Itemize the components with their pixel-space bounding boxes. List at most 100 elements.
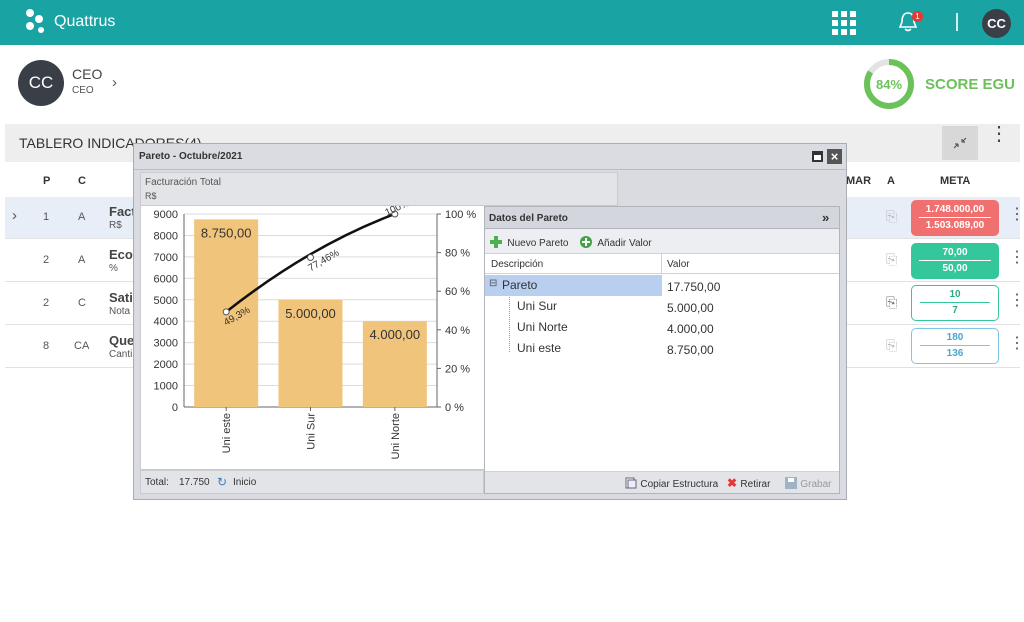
window-title: Pareto - Octubre/2021 xyxy=(139,151,243,162)
row-menu-icon[interactable]: ⋮ xyxy=(1009,207,1024,223)
score-gauge: 84% xyxy=(864,59,914,109)
add-value-button[interactable]: Añadir Valor xyxy=(580,235,652,249)
row-name[interactable]: Fact xyxy=(109,204,136,219)
profile-name: CEO xyxy=(72,66,103,82)
y2-tick-label: 80 % xyxy=(445,248,470,260)
tree-item[interactable]: Uni este xyxy=(517,341,561,355)
quattrus-logo-icon xyxy=(26,9,44,33)
attachment-icon[interactable]: ⎘ xyxy=(886,294,897,311)
y-tick-label: 3000 xyxy=(154,338,178,350)
expand-chevron-icon[interactable]: › xyxy=(12,207,17,224)
chart-unit: R$ xyxy=(145,191,157,201)
header-p: P xyxy=(43,175,51,187)
divider xyxy=(956,13,958,31)
total-label: Total: xyxy=(145,477,169,488)
close-icon[interactable]: × xyxy=(827,149,842,164)
copy-structure-label: Copiar Estructura xyxy=(640,479,719,490)
chart-title: Facturación Total xyxy=(145,177,221,188)
meta-top: 180 xyxy=(946,332,964,343)
meta-box: 180 136 xyxy=(911,328,999,364)
meta-box: 10 7 xyxy=(911,285,999,321)
add-circle-icon xyxy=(580,236,592,248)
y-tick-label: 0 xyxy=(172,402,178,414)
save-button[interactable]: Grabar xyxy=(785,476,831,490)
y-tick-label: 6000 xyxy=(154,273,178,285)
tree-item[interactable]: Pareto xyxy=(502,278,537,292)
app-name: Quattrus xyxy=(54,13,116,30)
apps-grid-icon[interactable] xyxy=(832,11,856,35)
row-unit: Canti xyxy=(109,349,133,360)
y-tick-label: 1000 xyxy=(154,381,178,393)
x-tick-label: Uni Norte xyxy=(390,413,402,459)
meta-bottom: 50,00 xyxy=(942,263,968,274)
pareto-window: Pareto - Octubre/2021 × Facturación Tota… xyxy=(133,143,847,500)
meta-top: 70,00 xyxy=(942,247,968,258)
top-bar: Quattrus 1 CC xyxy=(0,0,1024,45)
meta-top: 10 xyxy=(949,289,961,300)
y2-tick-label: 60 % xyxy=(445,286,470,298)
profile-avatar: CC xyxy=(18,60,64,106)
cumulative-label: 77,46% xyxy=(307,248,342,275)
bar-value-label: 4.000,00 xyxy=(370,327,421,342)
row-p: 1 xyxy=(43,211,50,223)
save-disk-icon xyxy=(785,477,797,489)
header-c: C xyxy=(78,175,86,187)
window-titlebar[interactable]: Pareto - Octubre/2021 × xyxy=(134,144,846,170)
header-mar: MAR xyxy=(846,175,872,187)
remove-button[interactable]: ✖ Retirar xyxy=(727,476,770,490)
chart-header: Facturación Total R$ xyxy=(140,172,618,206)
new-pareto-button[interactable]: Nuevo Pareto xyxy=(490,235,569,249)
chart-footer: Total: 17.750 ↻ Inicio xyxy=(140,470,484,494)
tree-value: 4.000,00 xyxy=(667,322,714,336)
profile-chevron-icon[interactable]: › xyxy=(112,74,117,91)
tree-value: 8.750,00 xyxy=(667,343,714,357)
meta-bottom: 7 xyxy=(952,305,958,316)
notification-badge: 1 xyxy=(912,11,923,22)
y-tick-label: 9000 xyxy=(154,209,178,221)
copy-structure-button[interactable]: Copiar Estructura xyxy=(625,476,718,490)
tree-value: 17.750,00 xyxy=(667,280,721,294)
tree-item[interactable]: Uni Norte xyxy=(517,320,568,334)
row-p: 2 xyxy=(43,297,50,309)
user-avatar[interactable]: CC xyxy=(982,9,1011,38)
header-a: A xyxy=(887,175,895,187)
row-c: CA xyxy=(74,340,90,352)
row-menu-icon[interactable]: ⋮ xyxy=(1009,250,1024,266)
attachment-icon[interactable]: ⎘ xyxy=(886,337,897,354)
dashboard-menu-icon[interactable]: ⋮ xyxy=(989,124,1009,144)
row-p: 8 xyxy=(43,340,50,352)
y-tick-label: 8000 xyxy=(154,230,178,242)
pareto-data-panel: Datos del Pareto » Nuevo Pareto Añadir V… xyxy=(484,206,840,494)
y2-tick-label: 0 % xyxy=(445,402,464,414)
col-description: Descripción xyxy=(491,259,544,270)
panel-header: Datos del Pareto » xyxy=(485,207,839,229)
cumulative-point xyxy=(307,254,314,262)
pareto-chart: 0 1000 2000 3000 4000 5000 6000 7000 8000 9000 0 %… xyxy=(140,198,484,470)
panel-toolbar: Nuevo Pareto Añadir Valor xyxy=(485,229,839,254)
add-value-label: Añadir Valor xyxy=(597,238,652,249)
profile-role: CEO xyxy=(72,85,94,96)
collapse-tree-icon[interactable]: ⊟ xyxy=(489,278,497,289)
meta-top: 1.748.000,00 xyxy=(925,204,985,215)
y-tick-label: 7000 xyxy=(154,252,178,264)
attachment-icon[interactable]: ⎘ xyxy=(886,251,897,268)
cumulative-point xyxy=(222,308,230,316)
bar-value-label: 8.750,00 xyxy=(201,225,252,240)
total-value: 17.750 xyxy=(179,477,210,488)
row-menu-icon[interactable]: ⋮ xyxy=(1009,336,1024,352)
row-menu-icon[interactable]: ⋮ xyxy=(1009,293,1024,309)
y-tick-label: 4000 xyxy=(154,316,178,328)
copy-icon xyxy=(625,477,637,489)
compress-button[interactable] xyxy=(942,126,978,160)
attachment-icon[interactable]: ⎘ xyxy=(886,208,897,225)
y2-tick-label: 20 % xyxy=(445,363,470,375)
col-value: Valor xyxy=(667,259,690,270)
tree-item[interactable]: Uni Sur xyxy=(517,299,557,313)
panel-columns: Descripción Valor xyxy=(485,254,839,274)
minimize-icon[interactable] xyxy=(812,151,823,162)
panel-footer: Copiar Estructura ✖ Retirar Grabar xyxy=(485,471,839,493)
collapse-icon[interactable]: » xyxy=(822,210,829,225)
row-c: A xyxy=(78,211,86,223)
inicio-link[interactable]: Inicio xyxy=(233,477,256,488)
y2-tick-label: 100 % xyxy=(445,209,476,221)
